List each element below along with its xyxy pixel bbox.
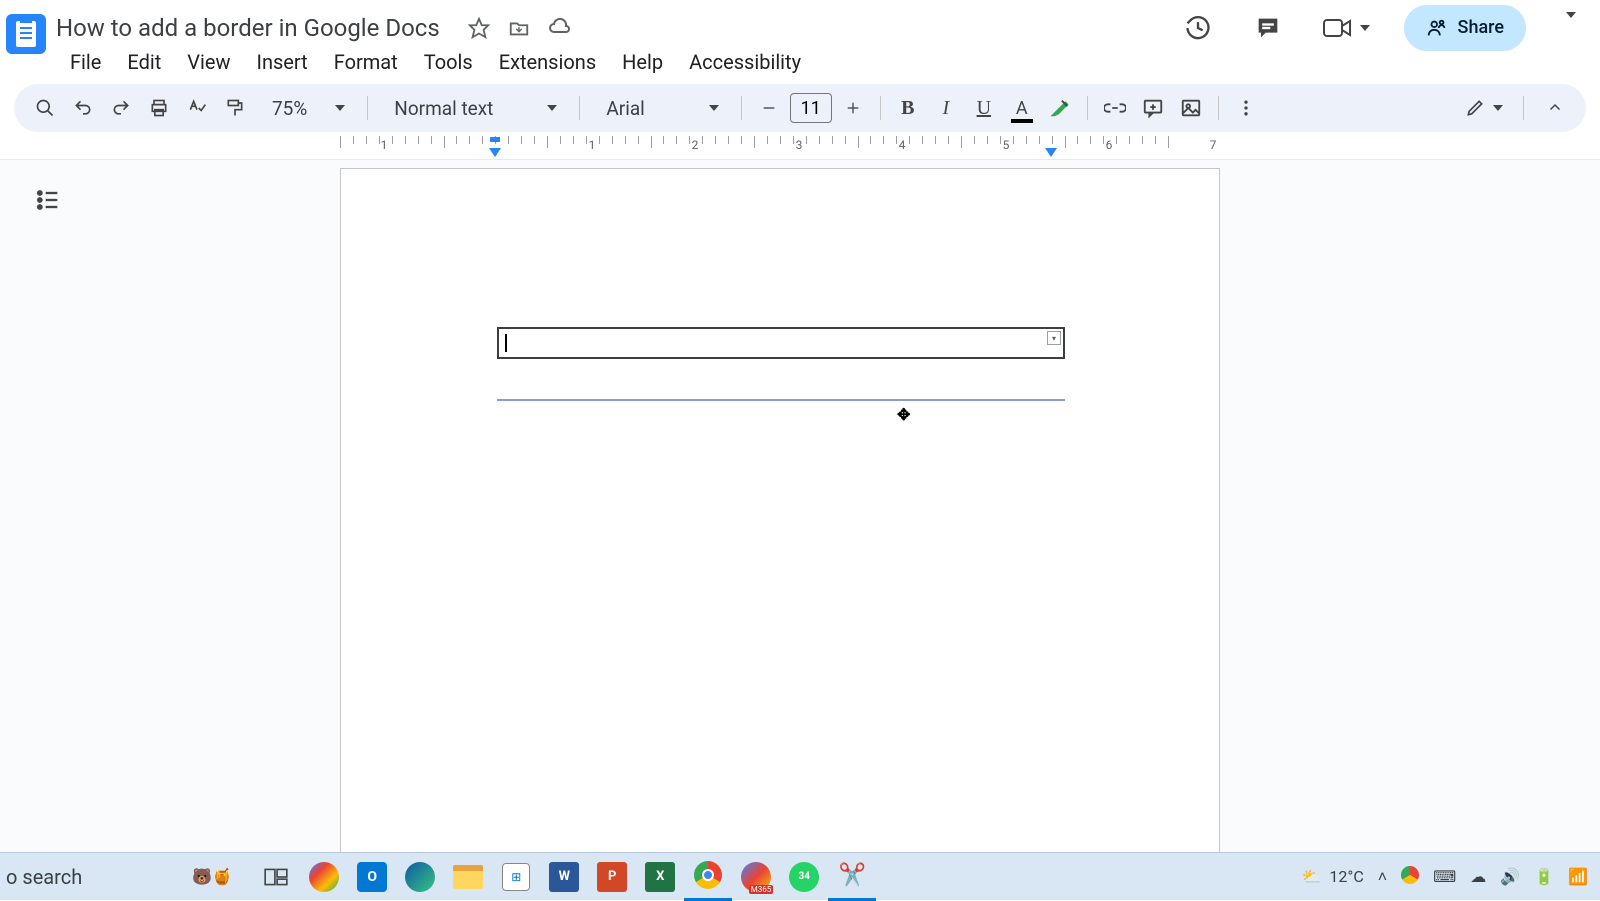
taskbar-app-copilot[interactable] <box>300 853 348 901</box>
increase-font-icon[interactable] <box>836 91 870 125</box>
decrease-font-icon[interactable] <box>752 91 786 125</box>
redo-icon[interactable] <box>104 91 138 125</box>
menu-edit[interactable]: Edit <box>115 46 173 78</box>
move-icon[interactable] <box>508 17 530 39</box>
tray-volume-icon[interactable]: 🔊 <box>1500 867 1520 886</box>
menu-help[interactable]: Help <box>610 46 675 78</box>
spellcheck-icon[interactable] <box>180 91 214 125</box>
paint-format-icon[interactable] <box>218 91 252 125</box>
tray-wifi-icon[interactable]: 📶 <box>1568 867 1588 886</box>
table-cell[interactable]: ▾ <box>497 327 1065 359</box>
taskbar-app-word[interactable]: W <box>540 853 588 901</box>
underline-icon[interactable]: U <box>967 91 1001 125</box>
highlight-icon[interactable] <box>1043 91 1077 125</box>
collapse-toolbar-icon[interactable] <box>1538 91 1572 125</box>
menu-insert[interactable]: Insert <box>245 46 320 78</box>
tray-keyboard-icon[interactable]: ⌨ <box>1433 867 1456 886</box>
taskbar-app-edge[interactable] <box>396 853 444 901</box>
taskbar-app-store[interactable]: ⊞ <box>492 853 540 901</box>
tray-onedrive-icon[interactable]: ☁ <box>1470 867 1486 886</box>
cloud-icon[interactable] <box>548 16 572 40</box>
menu-tools[interactable]: Tools <box>412 46 485 78</box>
taskbar-app-whatsapp[interactable]: 34 <box>780 853 828 901</box>
toolbar: 75% Normal text Arial 11 B I U A <box>14 84 1586 132</box>
weather-widget[interactable]: ⛅ 12°C <box>1302 867 1364 886</box>
tray-battery-icon[interactable]: 🔋 <box>1534 867 1554 886</box>
bold-icon[interactable]: B <box>891 91 925 125</box>
zoom-value: 75% <box>268 97 311 120</box>
weather-icon: ⛅ <box>1302 867 1322 886</box>
document-area: ▾ ✥ Snipping Tool <box>0 160 1600 900</box>
menu-view[interactable]: View <box>175 46 242 78</box>
insert-image-icon[interactable] <box>1174 91 1208 125</box>
tray-expand-icon[interactable]: ˄ <box>1378 867 1387 887</box>
undo-icon[interactable] <box>66 91 100 125</box>
paragraph-style-select[interactable]: Normal text <box>378 97 569 120</box>
zoom-select[interactable]: 75% <box>256 97 357 120</box>
share-dropdown[interactable] <box>1556 18 1586 37</box>
history-icon[interactable] <box>1178 8 1218 48</box>
cell-dropdown-icon[interactable]: ▾ <box>1047 331 1061 345</box>
taskbar-app-powerpoint[interactable]: P <box>588 853 636 901</box>
cortana-icon[interactable]: 🐻🍯 <box>172 853 252 901</box>
italic-icon[interactable]: I <box>929 91 963 125</box>
star-icon[interactable] <box>468 17 490 39</box>
font-size-input[interactable]: 11 <box>790 93 832 123</box>
menu-file[interactable]: File <box>58 46 113 78</box>
print-icon[interactable] <box>142 91 176 125</box>
document-title[interactable]: How to add a border in Google Docs <box>56 14 440 42</box>
menu-bar: File Edit View Insert Format Tools Exten… <box>0 44 1600 84</box>
taskbar-app-m365[interactable]: M365 <box>732 853 780 901</box>
menu-accessibility[interactable]: Accessibility <box>677 46 813 78</box>
menu-extensions[interactable]: Extensions <box>487 46 608 78</box>
outline-icon[interactable] <box>34 186 62 214</box>
task-view-icon[interactable] <box>252 853 300 901</box>
text-color-icon[interactable]: A <box>1005 91 1039 125</box>
resize-cursor-icon: ✥ <box>897 405 910 424</box>
taskbar-app-outlook[interactable]: O <box>348 853 396 901</box>
taskbar-search-text[interactable]: o search <box>0 865 82 889</box>
link-icon[interactable] <box>1098 91 1132 125</box>
weather-temp: 12°C <box>1329 867 1363 886</box>
table-resize-guide <box>497 399 1065 401</box>
tray-chrome-icon[interactable] <box>1401 866 1419 888</box>
editing-mode-icon[interactable] <box>1459 91 1509 125</box>
document-page[interactable]: ▾ ✥ <box>340 168 1220 900</box>
meet-icon[interactable] <box>1318 8 1374 48</box>
menu-format[interactable]: Format <box>322 46 410 78</box>
text-cursor <box>505 334 507 352</box>
taskbar-app-excel[interactable]: X <box>636 853 684 901</box>
search-icon[interactable] <box>28 91 62 125</box>
share-label: Share <box>1458 17 1504 38</box>
add-comment-icon[interactable] <box>1136 91 1170 125</box>
comments-icon[interactable] <box>1248 8 1288 48</box>
style-value: Normal text <box>390 97 497 120</box>
horizontal-ruler[interactable]: 11234567 <box>0 136 1600 160</box>
taskbar-app-chrome[interactable] <box>684 853 732 901</box>
more-icon[interactable] <box>1229 91 1263 125</box>
taskbar-app-snipping[interactable]: ✂️ <box>828 853 876 901</box>
font-value: Arial <box>602 97 648 120</box>
windows-taskbar: o search 🐻🍯 O ⊞ W P X M365 34 ✂️ ⛅ 12°C … <box>0 852 1600 900</box>
font-select[interactable]: Arial <box>590 97 730 120</box>
taskbar-app-explorer[interactable] <box>444 853 492 901</box>
